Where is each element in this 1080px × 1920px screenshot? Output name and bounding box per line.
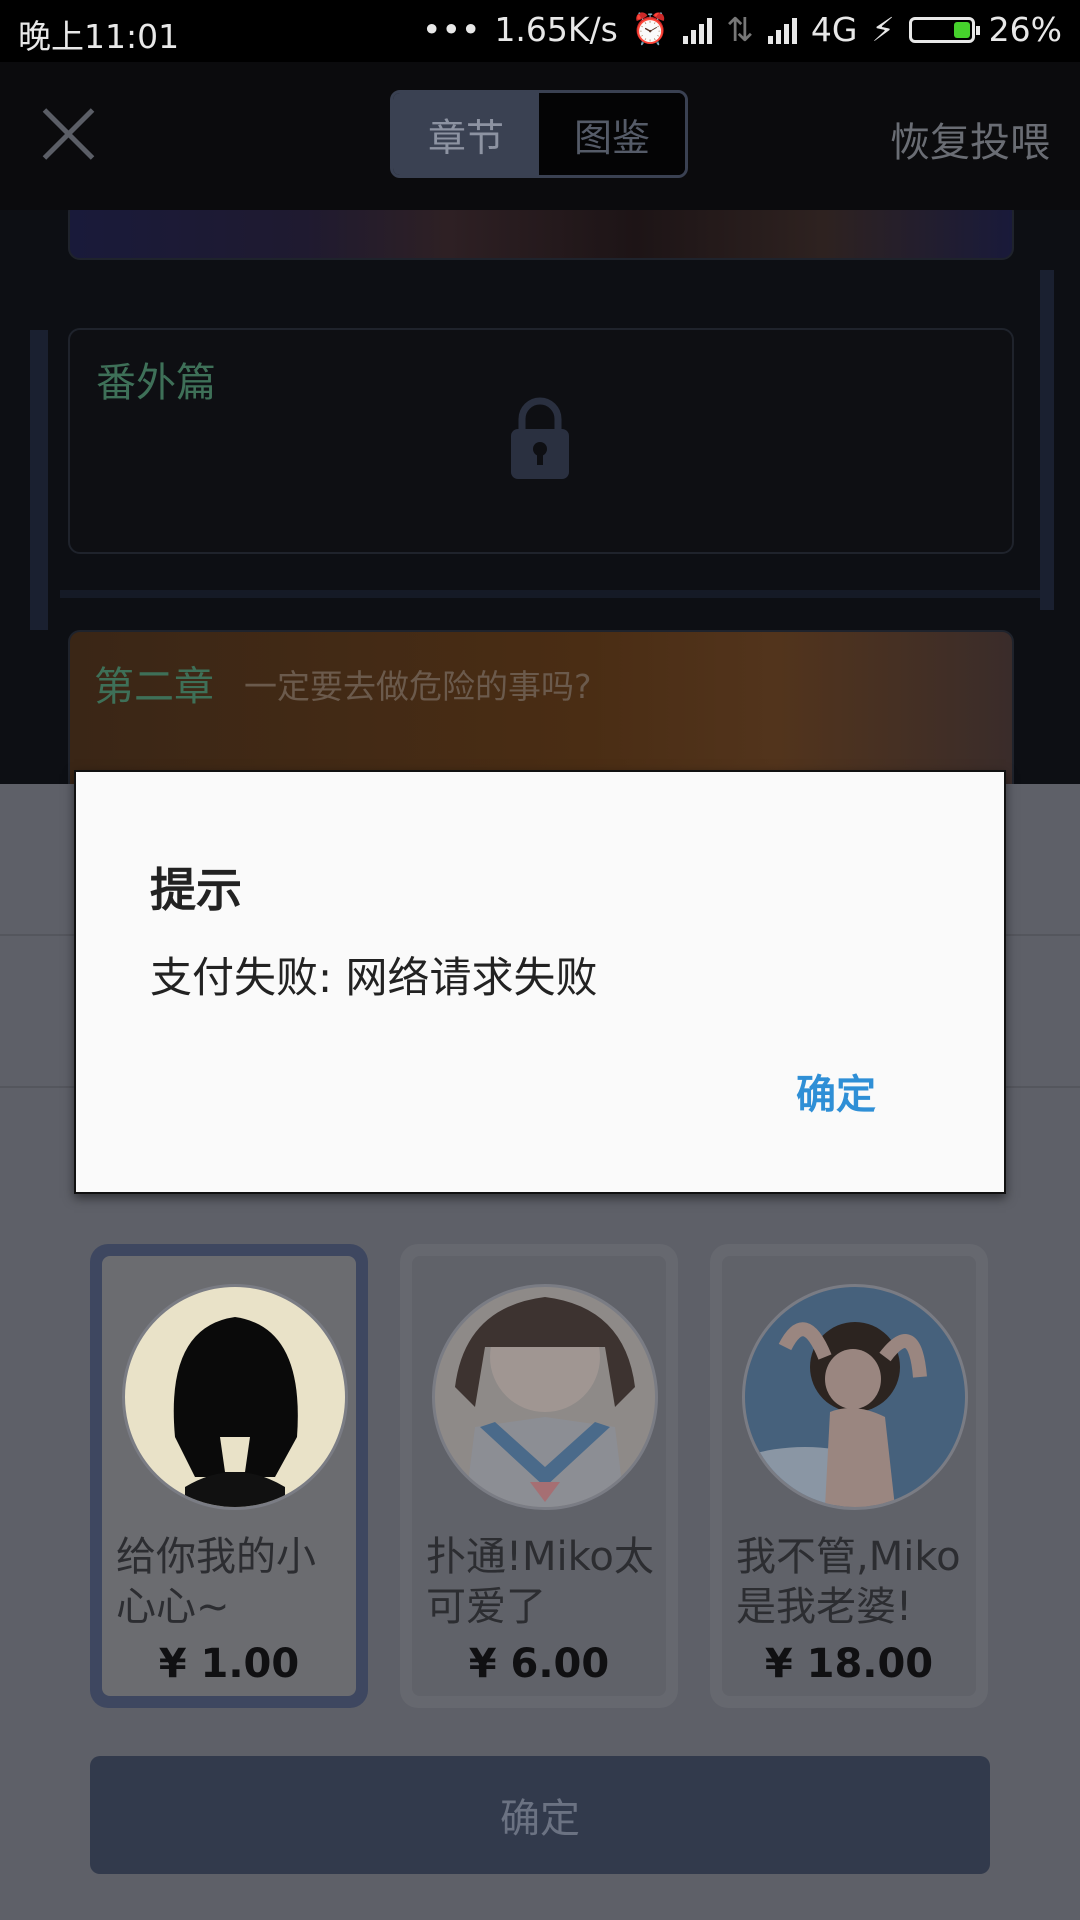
gift-price: ¥ 1.00 [158,1641,300,1687]
battery-level: 26% [988,10,1062,49]
dialog-title: 提示 [150,863,242,917]
gift-name: 给你我的小心心~ [116,1534,316,1630]
gift-option-3[interactable]: 我不管,Miko是我老婆! ¥ 18.00 [710,1244,988,1708]
gift-avatar [742,1284,968,1510]
gift-option-1[interactable]: 给你我的小心心~ ¥ 1.00 [90,1244,368,1708]
gift-avatar [432,1284,658,1510]
charging-icon: ⚡ [871,10,895,49]
alert-dialog: 提示 支付失败: 网络请求失败 确定 [74,770,1006,1194]
data-arrows-icon: ⇅ [726,10,754,49]
tab-chapters[interactable]: 章节 [393,93,539,175]
gift-price: ¥ 18.00 [764,1641,934,1687]
gift-option-2[interactable]: 扑通!Miko太可爱了 ¥ 6.00 [400,1244,678,1708]
network-speed: 1.65K/s [494,10,618,49]
chapter-subtitle: 一定要去做危险的事吗? [244,667,592,706]
status-bar: 晚上11:01 ••• 1.65K/s ⏰ ⇅ 4G ⚡ 26% [0,0,1080,62]
alarm-icon: ⏰ [631,12,670,47]
signal-icon [683,16,713,44]
status-time: 晚上11:01 [18,17,180,56]
battery-icon [908,16,980,43]
gift-price: ¥ 6.00 [468,1641,610,1687]
restore-feeding-button[interactable]: 恢复投喂 [890,110,1050,168]
signal-icon [767,16,797,44]
dialog-message: 支付失败: 网络请求失败 [150,953,598,1002]
tab-switcher: 章节 图鉴 [390,90,688,178]
tab-gallery[interactable]: 图鉴 [539,93,685,175]
lock-icon [511,397,569,479]
status-dots: ••• [422,10,481,49]
gift-avatar [122,1284,348,1510]
chapter-title: 番外篇 [96,360,216,406]
chapter-card-2[interactable]: 第二章 一定要去做危险的事吗? [68,630,1014,784]
chapter-list: 番外篇 第二章 一定要去做危险的事吗? [0,210,1080,784]
confirm-button[interactable]: 确定 [90,1756,990,1874]
network-type: 4G [810,10,858,49]
chapter-title: 第二章 [94,664,214,710]
dialog-ok-button[interactable]: 确定 [796,1062,876,1120]
gift-name: 扑通!Miko太可爱了 [426,1534,654,1630]
chapter-card[interactable] [68,210,1014,260]
gift-name: 我不管,Miko是我老婆! [736,1534,961,1630]
close-icon[interactable] [38,104,98,164]
